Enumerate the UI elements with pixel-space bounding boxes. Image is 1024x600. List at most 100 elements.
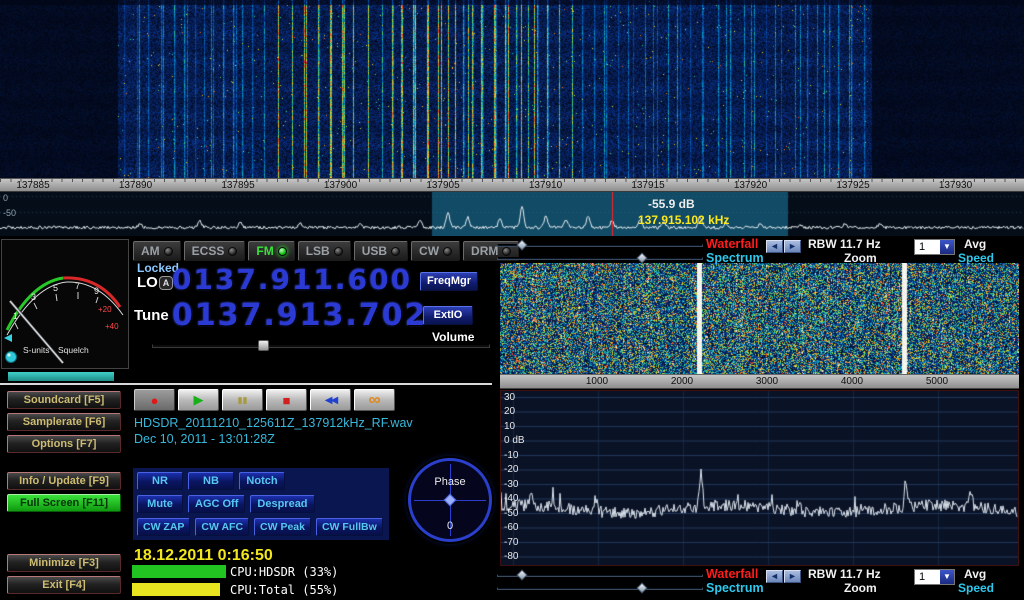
squelch-caption: Squelch [58, 345, 89, 355]
scroll-left-icon-top[interactable]: ◄ [766, 240, 783, 253]
overview-spectrum-canvas[interactable] [0, 192, 1024, 236]
mode-label: ECSS [192, 244, 225, 258]
freq-scale-label: 137920 [734, 180, 767, 192]
slider-thumb[interactable] [516, 239, 527, 250]
notch-button[interactable]: Notch [239, 472, 285, 490]
play-button[interactable]: ▶ [178, 389, 219, 411]
nb-button[interactable]: NB [188, 472, 234, 490]
lo-frequency-display[interactable]: 0137.911.600 [172, 263, 412, 296]
zoom-label-top: Zoom [844, 251, 877, 265]
audio-frequency-scale[interactable]: 10002000300040005000 [500, 374, 1019, 389]
stop-icon: ■ [283, 393, 291, 408]
spectrum-y-label: -60 [504, 522, 518, 533]
volume-slider-track[interactable] [152, 344, 490, 348]
mode-button-ecss[interactable]: ECSS [184, 241, 246, 261]
soundcard-button[interactable]: Soundcard [F5] [7, 391, 121, 409]
audio-spectrum-panel: 3020100 dB-10-20-30-40-50-60-70-80 [500, 390, 1019, 566]
spectrum-level-slider-top[interactable] [497, 254, 703, 263]
overview-spectrum[interactable]: 0 -50 -55.9 dB 137.915.102 kHz [0, 192, 1024, 236]
cpu-hdsdr-text: CPU:HDSDR (33%) [230, 565, 338, 579]
pause-icon: ▮▮ [238, 395, 248, 406]
cw-zap-button[interactable]: CW ZAP [137, 518, 190, 536]
waterfall-toggle-bottom[interactable]: Waterfall [706, 567, 758, 581]
mode-button-fm[interactable]: FM [248, 241, 294, 261]
cw-peak-button[interactable]: CW Peak [254, 518, 311, 536]
avg-select-value: 1 [919, 241, 925, 253]
scroll-left-icon-bottom[interactable]: ◄ [766, 570, 783, 583]
volume-slider[interactable] [152, 340, 490, 351]
audio-waterfall-display[interactable] [500, 263, 1019, 374]
speed-label-bottom: Speed [958, 581, 994, 595]
scroll-right-icon-top[interactable]: ► [784, 240, 801, 253]
rbw-label-top: RBW 11.7 Hz [808, 237, 881, 251]
tune-frequency-display[interactable]: 0137.913.702 [172, 298, 428, 333]
s-meter[interactable]: 1 3 5 7 9 +20 +40 S-units Squelch [1, 239, 129, 369]
minimize-button[interactable]: Minimize [F3] [7, 554, 121, 572]
rewind-button[interactable]: ◀◀ [310, 389, 351, 411]
info-update-button[interactable]: Info / Update [F9] [7, 472, 121, 490]
waterfall-x-label: 3000 [756, 376, 778, 387]
lo-a-badge[interactable]: A [159, 276, 173, 290]
spectrum-y-label: -50 [504, 508, 518, 519]
mute-button[interactable]: Mute [137, 495, 183, 513]
options-button[interactable]: Options [F7] [7, 435, 121, 453]
nr-button[interactable]: NR [137, 472, 183, 490]
extio-button[interactable]: ExtIO [423, 306, 473, 325]
despread-button[interactable]: Despread [250, 495, 314, 513]
freq-scale-label: 137885 [16, 180, 49, 192]
signal-level-readout: -55.9 dB [648, 197, 695, 211]
freqmgr-button[interactable]: FreqMgr [420, 272, 478, 291]
squelch-knob[interactable] [6, 352, 17, 363]
spectrum-level-slider-bottom[interactable] [497, 584, 703, 593]
phase-center-icon [444, 494, 457, 507]
spectrum-y-label: -40 [504, 493, 518, 504]
fullscreen-button[interactable]: Full Screen [F11] [7, 494, 121, 512]
record-button[interactable]: ● [134, 389, 175, 411]
waterfall-x-label: 5000 [926, 376, 948, 387]
volume-slider-thumb[interactable] [258, 340, 269, 351]
waterfall-level-slider-top[interactable] [497, 241, 703, 250]
exit-button[interactable]: Exit [F4] [7, 576, 121, 594]
audio-spectrum-display[interactable] [501, 391, 1018, 565]
pause-button[interactable]: ▮▮ [222, 389, 263, 411]
rewind-icon: ◀◀ [325, 395, 336, 406]
waterfall-level-slider-bottom[interactable] [497, 571, 703, 580]
scroll-right-icon-bottom[interactable]: ► [784, 570, 801, 583]
mode-led-icon [228, 247, 237, 256]
mode-button-lsb[interactable]: LSB [298, 241, 351, 261]
transport-controls: ●▶ ▮▮ ■ ◀◀ ∞ [134, 389, 395, 411]
slider-thumb[interactable] [636, 252, 647, 263]
phase-label: Phase [411, 476, 489, 488]
mode-led-icon [443, 247, 452, 256]
stop-button[interactable]: ■ [266, 389, 307, 411]
samplerate-button[interactable]: Samplerate [F6] [7, 413, 121, 431]
waterfall-toggle-top[interactable]: Waterfall [706, 237, 758, 251]
spectrum-toggle-bottom[interactable]: Spectrum [706, 581, 764, 595]
agc-off-button[interactable]: AGC Off [188, 495, 245, 513]
cw-fullbw-button[interactable]: CW FullBw [316, 518, 383, 536]
avg-select-bottom[interactable]: 1▼ [914, 569, 955, 585]
spectrum-y-label: 10 [504, 421, 515, 432]
slider-thumb[interactable] [516, 569, 527, 580]
dsp-panel: NR NB Notch Mute AGC Off Despread CW ZAP CW AFC… [133, 468, 389, 540]
recording-datetime: Dec 10, 2011 - 13:01:28Z [134, 432, 275, 446]
freq-scale-label: 137915 [631, 180, 664, 192]
frequency-scale[interactable]: 1378851378901378951379001379051379101379… [0, 178, 1024, 192]
phase-dial[interactable]: Phase 0 [408, 458, 492, 542]
mode-button-cw[interactable]: CW [411, 241, 460, 261]
cw-afc-button[interactable]: CW AFC [195, 518, 249, 536]
avg-select-top[interactable]: 1▼ [914, 239, 955, 255]
spectrum-toggle-top[interactable]: Spectrum [706, 251, 764, 265]
slider-thumb[interactable] [636, 582, 647, 593]
mode-button-am[interactable]: AM [133, 241, 181, 261]
speed-label-top: Speed [958, 251, 994, 265]
mode-led-icon [278, 247, 287, 256]
mode-button-usb[interactable]: USB [354, 241, 408, 261]
lo-label: LO [137, 274, 158, 291]
s-units-caption: S-units [23, 345, 49, 355]
slider-track[interactable] [497, 587, 703, 590]
main-waterfall-display[interactable] [0, 0, 1024, 178]
loop-button[interactable]: ∞ [354, 389, 395, 411]
slider-track[interactable] [497, 257, 703, 260]
cpu-status: CPU:HDSDR (33%) CPU:Total (55%) [131, 563, 393, 599]
